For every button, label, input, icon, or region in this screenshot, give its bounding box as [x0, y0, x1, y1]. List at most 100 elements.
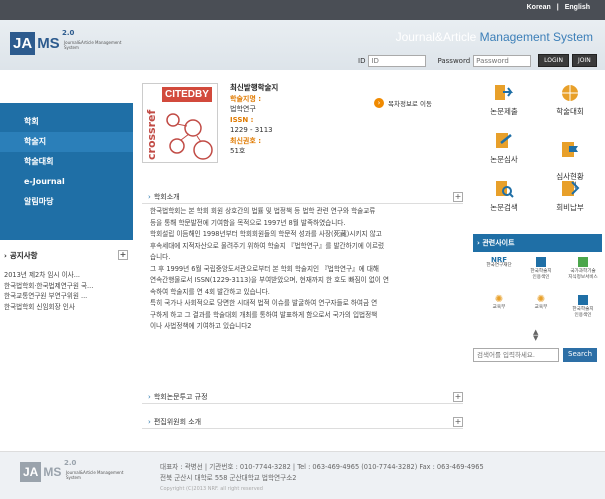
footer-address: 전북 군산시 대학로 558 군산대학교 법학연구소2 [160, 474, 297, 482]
kci-logo-icon [536, 257, 546, 267]
system-name: Journal&Article Management System [396, 30, 593, 44]
lang-separator: | [556, 4, 559, 11]
paper-submit-icon [495, 85, 513, 100]
system-name-a: Journal&Article [395, 30, 477, 44]
related-site[interactable]: 한국학술지 인용색인 [520, 257, 562, 289]
intro-line: 그 후 1999년 6월 국립중앙도서관으로부터 본 학회 학술지인 『법학연구… [150, 264, 379, 273]
related-site[interactable]: ✺ 교육부 [478, 295, 520, 327]
footer-logo: JA MS 2.0 Journal&Article Management Syst… [20, 459, 123, 488]
quick-search-paper[interactable]: 논문검색 [471, 179, 537, 219]
notice-item[interactable]: 한국법학회·한국법제연구원 국... [4, 281, 128, 292]
intro-line: 특히 국가나 사회적으로 당면한 시대적 법적 이슈를 발굴하여 연구자들로 하… [150, 299, 378, 307]
related-site[interactable]: NRF 한국연구재단 [478, 257, 520, 289]
journal-cover[interactable]: crossref CITEDBY [142, 83, 218, 163]
section-intro-header[interactable]: › 학회소개 + [142, 190, 463, 204]
language-switch: Korean | English [524, 4, 593, 11]
latest-journal-title: 최신발행학술지 [230, 83, 279, 92]
nav-item-society[interactable]: 학회 [0, 112, 133, 132]
intro-line: 구하게 하고 그 결과를 학술대회 개최를 통하여 발표하게 함으로서 국가의 … [150, 310, 378, 319]
related-site-label: 교육부 [534, 305, 548, 310]
section-board-expand[interactable]: + [453, 416, 463, 427]
arrow-circle-icon: › [374, 98, 384, 108]
nav-item-ejournal[interactable]: e-Journal [0, 172, 133, 192]
intro-line: 습니다. [150, 253, 171, 261]
id-input[interactable] [368, 54, 427, 67]
login-button[interactable]: LOGIN [538, 54, 569, 67]
footer-logo-ms: MS [43, 465, 62, 479]
intro-line: 연속간행물로서 ISSN(1229-3113)을 부여받았으며, 현재까지 한 … [150, 276, 389, 284]
nav-item-journal[interactable]: 학술지 [0, 132, 133, 152]
lang-english-link[interactable]: English [565, 4, 590, 11]
login-form: ID Password LOGIN JOIN [358, 54, 597, 67]
footer-logo-version: 2.0 [64, 459, 77, 467]
section-rules-header[interactable]: › 학회논문투고 규정 + [142, 390, 463, 404]
logo-ja: JA [10, 32, 36, 55]
footer-contact: 대표자 : 곽병선 | 기관번호 : 010-7744-3282 | Tel :… [160, 463, 484, 471]
quick-review-status[interactable]: 심사현황 조회 [537, 131, 603, 190]
id-label: ID [358, 56, 366, 65]
footer-logo-ja: JA [20, 462, 42, 482]
cover-pattern [166, 113, 213, 160]
journal-name-label: 학술지명 : [230, 94, 261, 103]
quick-label: 논문심사 [490, 155, 518, 164]
notice-item[interactable]: 2013년 제2차 임시 이사... [4, 270, 128, 281]
related-sites-title: 관련사이트 [482, 239, 515, 247]
status-flag-icon [562, 142, 578, 157]
quick-label: 학술대회 [556, 107, 584, 116]
kci-logo-icon [578, 295, 588, 305]
site-search: Search [473, 348, 598, 362]
notice-panel: › 공지사항 + 2013년 제2차 임시 이사... 한국법학회·한국법제연구원 … [4, 250, 128, 312]
nav-item-conference[interactable]: 학술대회 [0, 152, 133, 172]
related-site[interactable]: ✺ 교육부 [520, 295, 562, 327]
footer-copyright: Copyright (C)2013 NRF. all right reserve… [160, 486, 263, 492]
notice-title-text: 공지사항 [9, 251, 38, 260]
issn-label: ISSN : [230, 115, 254, 124]
related-sites-list: NRF 한국연구재단 한국학술지 인용색인 국가과학기술 지식정보서비스 ✺ 교육부… [478, 257, 604, 327]
issn-value: 1229 - 3113 [230, 126, 273, 134]
related-site-label: 한국연구재단 [486, 263, 512, 268]
issue-label: 최신권호 : [230, 136, 261, 145]
section-board-header[interactable]: › 편집위원회 소개 + [142, 415, 463, 429]
search-input[interactable] [473, 348, 559, 362]
quick-menu: 논문제출 학술대회 논문심사 심사현황 조회 논문검색 회비납부 [471, 83, 602, 219]
footer: JA MS 2.0 Journal&Article Management Syst… [0, 451, 605, 499]
intro-text: 한국법학회는 본 학회 회원 상호간의 법률 및 법정책 등 법학 관련 연구와… [150, 206, 463, 333]
join-button[interactable]: JOIN [571, 54, 597, 67]
related-site[interactable]: 한국학술지 인용색인 [562, 295, 604, 327]
journal-name: 법학연구 [230, 105, 256, 113]
intro-line: 속하여 학술지를 연 4회 발간하고 있습니다. [150, 287, 270, 296]
logo-subtitle: Journal&Article Management System [64, 40, 122, 50]
chevron-right-icon: › [148, 192, 151, 201]
quick-label: 회비납부 [556, 203, 584, 212]
intro-line: 한국법학회는 본 학회 회원 상호간의 법률 및 법정책 등 법학 관련 연구와… [150, 207, 376, 215]
search-button[interactable]: Search [563, 348, 598, 362]
quick-review[interactable]: 논문심사 [471, 131, 537, 171]
quick-membership-fee[interactable]: 회비납부 [537, 179, 603, 219]
related-site-label: 교육부 [492, 305, 506, 310]
quick-label: 논문제출 [490, 107, 518, 116]
notice-item[interactable]: 한국교통연구원 부연구위원 ... [4, 291, 128, 302]
toc-link-label: 목차정보로 이동 [388, 100, 432, 108]
site-logo[interactable]: JA MS 2.0 Journal&Article Management Syst… [10, 29, 121, 58]
chevron-right-icon: › [148, 417, 151, 426]
ntis-logo-icon [578, 257, 588, 267]
nav-item-notice-board[interactable]: 알림마당 [0, 192, 133, 212]
section-rules-expand[interactable]: + [453, 391, 463, 402]
issue-value: 51호 [230, 147, 246, 155]
notice-more-button[interactable]: + [118, 250, 128, 260]
cover-citedby: CITEDBY [162, 87, 212, 102]
notice-item[interactable]: 한국법학회 신임회장 인사 [4, 302, 128, 313]
cover-crossref: crossref [145, 109, 158, 160]
related-scroll-arrows[interactable]: ▲ ▼ [533, 329, 538, 342]
quick-conference[interactable]: 학술대회 [537, 83, 603, 123]
password-input[interactable] [473, 54, 532, 67]
related-site[interactable]: 국가과학기술 지식정보서비스 [562, 257, 604, 289]
quick-submit-paper[interactable]: 논문제출 [471, 83, 537, 123]
section-intro-expand[interactable]: + [453, 191, 463, 202]
lang-korean-link[interactable]: Korean [527, 4, 551, 11]
intro-line: 후속세대에 지적자산으로 물려주기 위하여 학술지 『법학연구』를 발간하기에 … [150, 241, 385, 250]
intro-line: 등을 통해 학문발전에 기여함을 목적으로 1997년 8월 발족하였습니다. [150, 218, 346, 227]
latest-journal: crossref CITEDBY 최신발행학술지 학술지명 : 법학연구 ISS… [142, 83, 465, 165]
top-bar: Korean | English [0, 0, 605, 20]
toc-link[interactable]: › 목차정보로 이동 [374, 98, 432, 108]
